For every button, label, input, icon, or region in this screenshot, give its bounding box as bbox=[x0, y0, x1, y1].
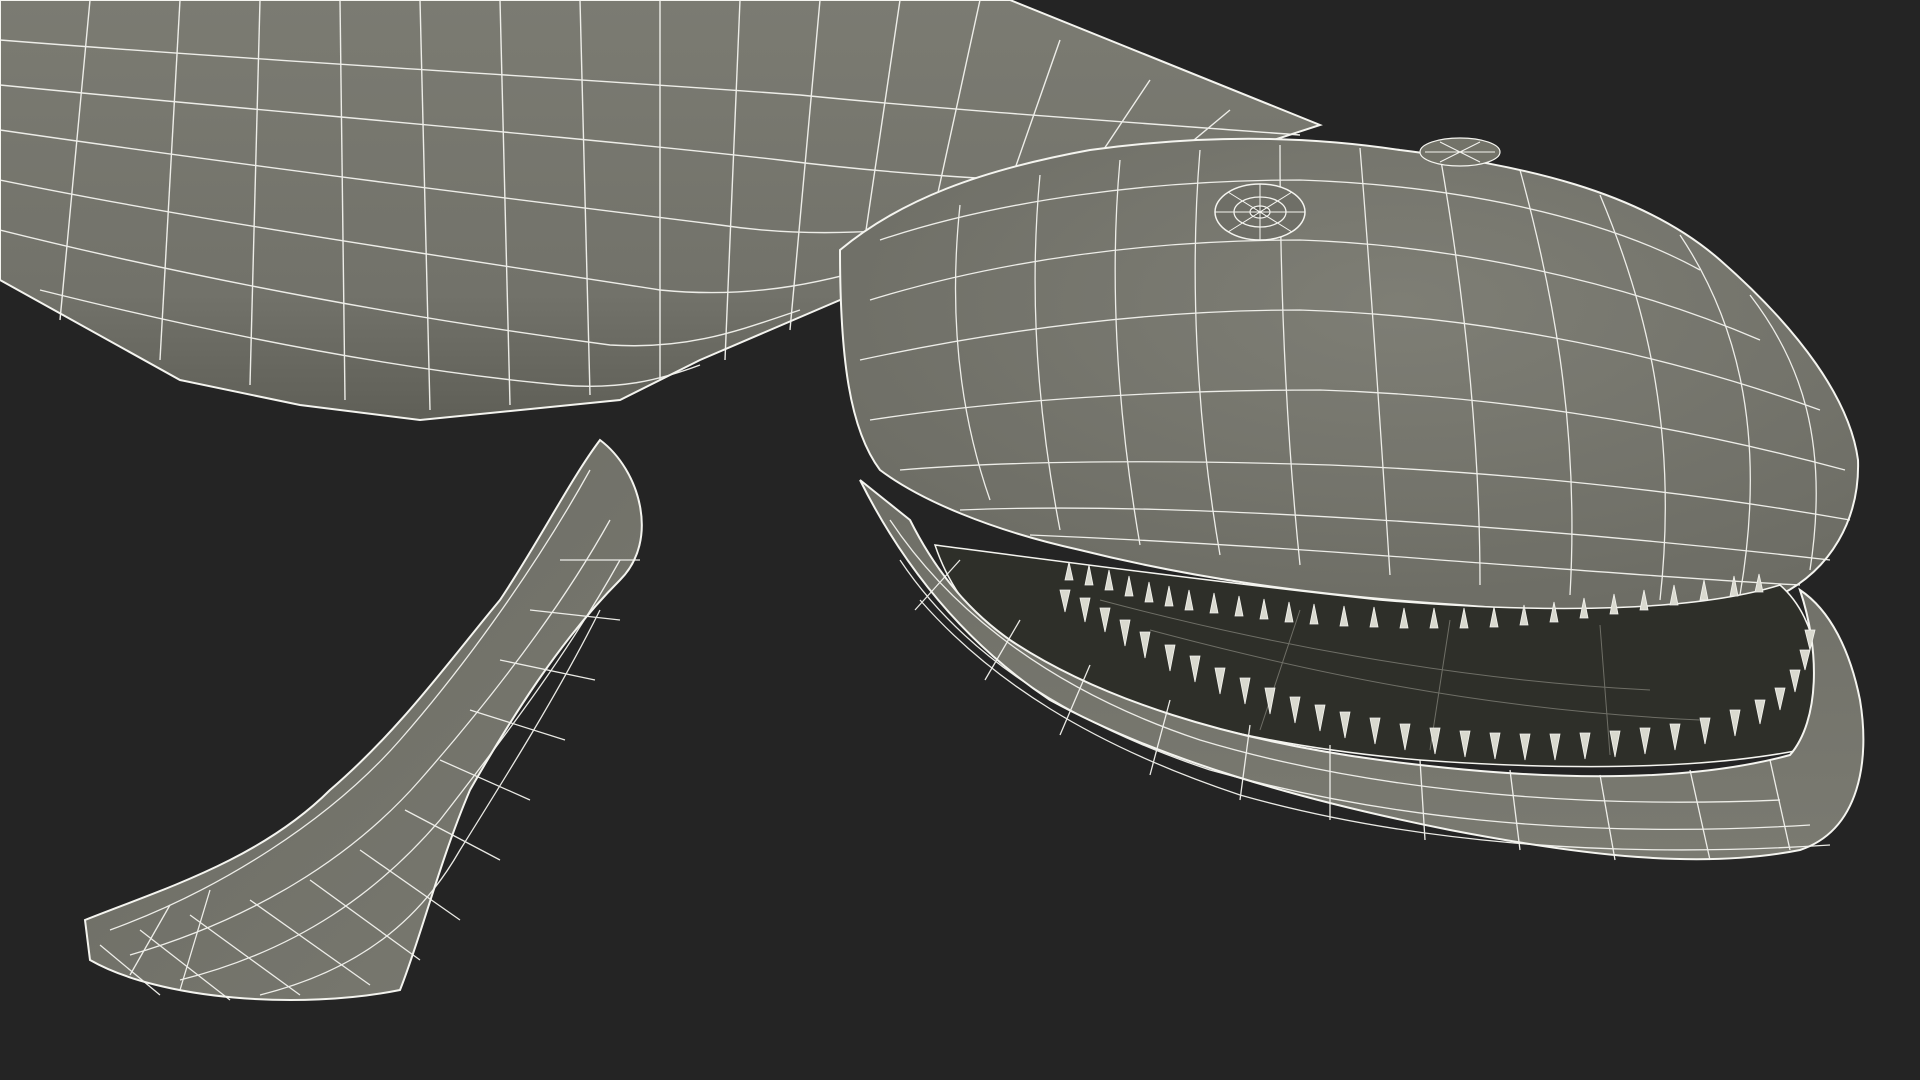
whale-flipper bbox=[83, 438, 643, 1001]
blowhole bbox=[1214, 183, 1306, 241]
render-viewport bbox=[0, 0, 1920, 1080]
whale-head bbox=[838, 137, 1860, 613]
nostril-ridge bbox=[1419, 137, 1501, 167]
wireframe-render bbox=[0, 0, 1865, 1001]
